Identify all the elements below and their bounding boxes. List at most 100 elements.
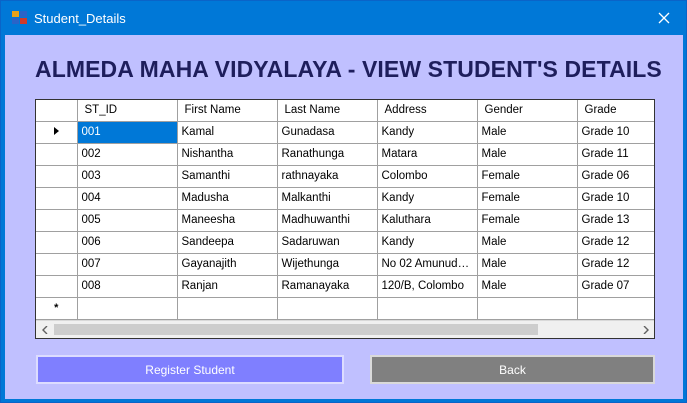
table-cell[interactable]: Female <box>477 187 578 210</box>
table-cell[interactable]: Colombo <box>377 165 478 188</box>
header-corner <box>36 100 78 122</box>
table-cell[interactable]: Kandy <box>377 231 478 254</box>
row-header[interactable] <box>36 275 78 298</box>
table-cell[interactable] <box>177 297 278 320</box>
table-cell[interactable]: Grade 12 <box>577 231 654 254</box>
table-cell[interactable]: 120/B, Colombo <box>377 275 478 298</box>
table-cell[interactable]: 006 <box>77 231 178 254</box>
table-cell[interactable] <box>577 297 654 320</box>
row-header[interactable] <box>36 121 78 144</box>
horizontal-scrollbar[interactable] <box>36 320 654 338</box>
table-cell[interactable]: 001 <box>77 121 178 144</box>
table-cell[interactable]: Ranjan <box>177 275 278 298</box>
table-row[interactable]: 007 Gayanajith Wijethunga No 02 Amunudo... M… <box>36 253 654 276</box>
row-header[interactable] <box>36 253 78 276</box>
table-cell[interactable]: Grade 06 <box>577 165 654 188</box>
scroll-thumb[interactable] <box>54 324 538 335</box>
new-row-marker: * <box>54 302 59 314</box>
table-cell[interactable]: Male <box>477 231 578 254</box>
current-row-arrow-icon <box>53 127 59 135</box>
grid-body: ST_ID First Name Last Name Address Gender Gra… <box>36 100 654 320</box>
register-student-button[interactable]: Register Student <box>36 355 344 384</box>
table-cell[interactable]: 005 <box>77 209 178 232</box>
close-icon <box>658 12 670 24</box>
table-cell[interactable]: rathnayaka <box>277 165 378 188</box>
column-header[interactable]: Address <box>377 100 478 122</box>
column-header[interactable]: ST_ID <box>77 100 178 122</box>
page-title: ALMEDA MAHA VIDYALAYA - VIEW STUDENT'S D… <box>35 56 662 82</box>
table-cell[interactable]: Grade 07 <box>577 275 654 298</box>
table-cell[interactable]: Wijethunga <box>277 253 378 276</box>
table-cell[interactable]: 004 <box>77 187 178 210</box>
table-cell[interactable]: Ranathunga <box>277 143 378 166</box>
table-row[interactable]: 002 Nishantha Ranathunga Matara Male Grade 11 <box>36 143 654 166</box>
table-cell[interactable]: Nishantha <box>177 143 278 166</box>
table-cell[interactable]: Grade 11 <box>577 143 654 166</box>
new-row[interactable]: * <box>36 297 654 320</box>
table-row[interactable]: 006 Sandeepa Sadaruwan Kandy Male Grade 12 <box>36 231 654 254</box>
table-cell[interactable]: Kamal <box>177 121 278 144</box>
window-title: Student_Details <box>34 11 126 26</box>
table-cell[interactable]: Male <box>477 121 578 144</box>
student-details-window: Student_Details ALMEDA MAHA VIDYALAYA - … <box>0 0 687 403</box>
table-cell[interactable]: Matara <box>377 143 478 166</box>
table-cell[interactable] <box>77 297 178 320</box>
table-cell[interactable]: Malkanthi <box>277 187 378 210</box>
table-cell[interactable]: Kaluthara <box>377 209 478 232</box>
table-cell[interactable]: 002 <box>77 143 178 166</box>
table-row[interactable]: 003 Samanthi rathnayaka Colombo Female Grade … <box>36 165 654 188</box>
table-cell[interactable] <box>277 297 378 320</box>
table-cell[interactable]: Male <box>477 143 578 166</box>
table-cell[interactable]: Sandeepa <box>177 231 278 254</box>
table-cell[interactable]: Madusha <box>177 187 278 210</box>
row-header[interactable] <box>36 209 78 232</box>
table-cell[interactable]: Maneesha <box>177 209 278 232</box>
table-cell[interactable]: Female <box>477 165 578 188</box>
app-window-icon <box>12 11 28 25</box>
table-cell[interactable]: Grade 10 <box>577 121 654 144</box>
table-cell[interactable]: Kandy <box>377 187 478 210</box>
table-cell[interactable]: Grade 13 <box>577 209 654 232</box>
table-row[interactable]: 004 Madusha Malkanthi Kandy Female Grade 10 <box>36 187 654 210</box>
table-row[interactable]: 008 Ranjan Ramanayaka 120/B, Colombo Male Gra… <box>36 275 654 298</box>
table-cell[interactable]: 007 <box>77 253 178 276</box>
student-data-grid[interactable]: ST_ID First Name Last Name Address Gender Gra… <box>35 99 655 339</box>
column-header[interactable]: Gender <box>477 100 578 122</box>
table-cell[interactable]: Gunadasa <box>277 121 378 144</box>
table-cell[interactable]: Ramanayaka <box>277 275 378 298</box>
table-cell[interactable]: Gayanajith <box>177 253 278 276</box>
scroll-left-button[interactable] <box>36 321 53 338</box>
table-cell[interactable]: Sadaruwan <box>277 231 378 254</box>
table-row[interactable]: 005 Maneesha Madhuwanthi Kaluthara Female Gra… <box>36 209 654 232</box>
form-client-area: ALMEDA MAHA VIDYALAYA - VIEW STUDENT'S D… <box>5 35 683 399</box>
table-row[interactable]: 001 Kamal Gunadasa Kandy Male Grade 10 <box>36 121 654 144</box>
chevron-left-icon <box>41 325 47 334</box>
table-cell[interactable]: 008 <box>77 275 178 298</box>
header-row: ST_ID First Name Last Name Address Gender Gra… <box>36 100 654 122</box>
table-cell[interactable] <box>377 297 478 320</box>
table-cell[interactable]: No 02 Amunudo... <box>377 253 478 276</box>
scroll-right-button[interactable] <box>637 321 654 338</box>
table-cell[interactable]: Kandy <box>377 121 478 144</box>
close-button[interactable] <box>642 1 686 35</box>
table-cell[interactable]: Grade 10 <box>577 187 654 210</box>
column-header[interactable]: Last Name <box>277 100 378 122</box>
table-cell[interactable] <box>477 297 578 320</box>
column-header[interactable]: First Name <box>177 100 278 122</box>
row-header[interactable]: * <box>36 297 78 320</box>
back-button[interactable]: Back <box>370 355 655 384</box>
chevron-right-icon <box>643 325 649 334</box>
row-header[interactable] <box>36 143 78 166</box>
table-cell[interactable]: Madhuwanthi <box>277 209 378 232</box>
table-cell[interactable]: Samanthi <box>177 165 278 188</box>
column-header[interactable]: Grade <box>577 100 654 122</box>
table-cell[interactable]: Male <box>477 275 578 298</box>
table-cell[interactable]: 003 <box>77 165 178 188</box>
table-cell[interactable]: Grade 12 <box>577 253 654 276</box>
table-cell[interactable]: Male <box>477 253 578 276</box>
title-bar[interactable]: Student_Details <box>1 1 686 35</box>
row-header[interactable] <box>36 165 78 188</box>
table-cell[interactable]: Female <box>477 209 578 232</box>
row-header[interactable] <box>36 187 78 210</box>
row-header[interactable] <box>36 231 78 254</box>
